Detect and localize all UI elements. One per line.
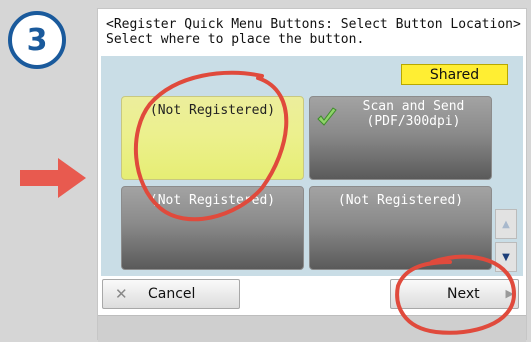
status-bar	[98, 315, 526, 342]
chevron-up-icon: ▲	[502, 218, 510, 230]
chevron-right-icon: ▶	[505, 287, 514, 300]
button-grid-area: Shared (Not Registered) Scan and Send (P…	[101, 56, 523, 276]
slot-3-button[interactable]: (Not Registered)	[121, 186, 304, 270]
cancel-button[interactable]: ✕ Cancel	[102, 279, 240, 309]
step-number: 3	[26, 22, 48, 58]
scroll-up-button[interactable]: ▲	[495, 209, 517, 239]
slot-2-label-line2: (PDF/300dpi)	[366, 114, 461, 129]
scroll-down-button[interactable]: ▼	[495, 242, 517, 272]
cancel-label: Cancel	[148, 286, 196, 302]
slot-2-button[interactable]: Scan and Send (PDF/300dpi)	[309, 96, 492, 180]
slot-4-label: (Not Registered)	[337, 193, 464, 208]
slot-3-label: (Not Registered)	[149, 193, 276, 208]
shared-tab[interactable]: Shared	[401, 64, 508, 85]
shared-label: Shared	[429, 66, 480, 83]
next-button[interactable]: Next ▶	[390, 279, 519, 309]
dialog-title: <Register Quick Menu Buttons: Select But…	[106, 17, 521, 32]
slot-1-label: (Not Registered)	[149, 103, 276, 118]
slot-4-button[interactable]: (Not Registered)	[309, 186, 492, 270]
dialog-subtitle: Select where to place the button.	[106, 32, 365, 47]
slot-2-label-line1: Scan and Send	[362, 99, 465, 114]
step-number-badge: 3	[8, 11, 66, 69]
scan-send-icon	[317, 107, 337, 126]
right-arrow-icon	[20, 158, 86, 198]
close-icon: ✕	[115, 285, 128, 303]
slot-2-label: Scan and Send (PDF/300dpi)	[336, 99, 491, 129]
dialog-instructions: <Register Quick Menu Buttons: Select But…	[106, 17, 521, 47]
next-label: Next	[447, 286, 480, 302]
slot-1-button[interactable]: (Not Registered)	[121, 96, 304, 180]
chevron-down-icon: ▼	[502, 251, 510, 263]
touch-panel-dialog: <Register Quick Menu Buttons: Select But…	[97, 8, 527, 342]
